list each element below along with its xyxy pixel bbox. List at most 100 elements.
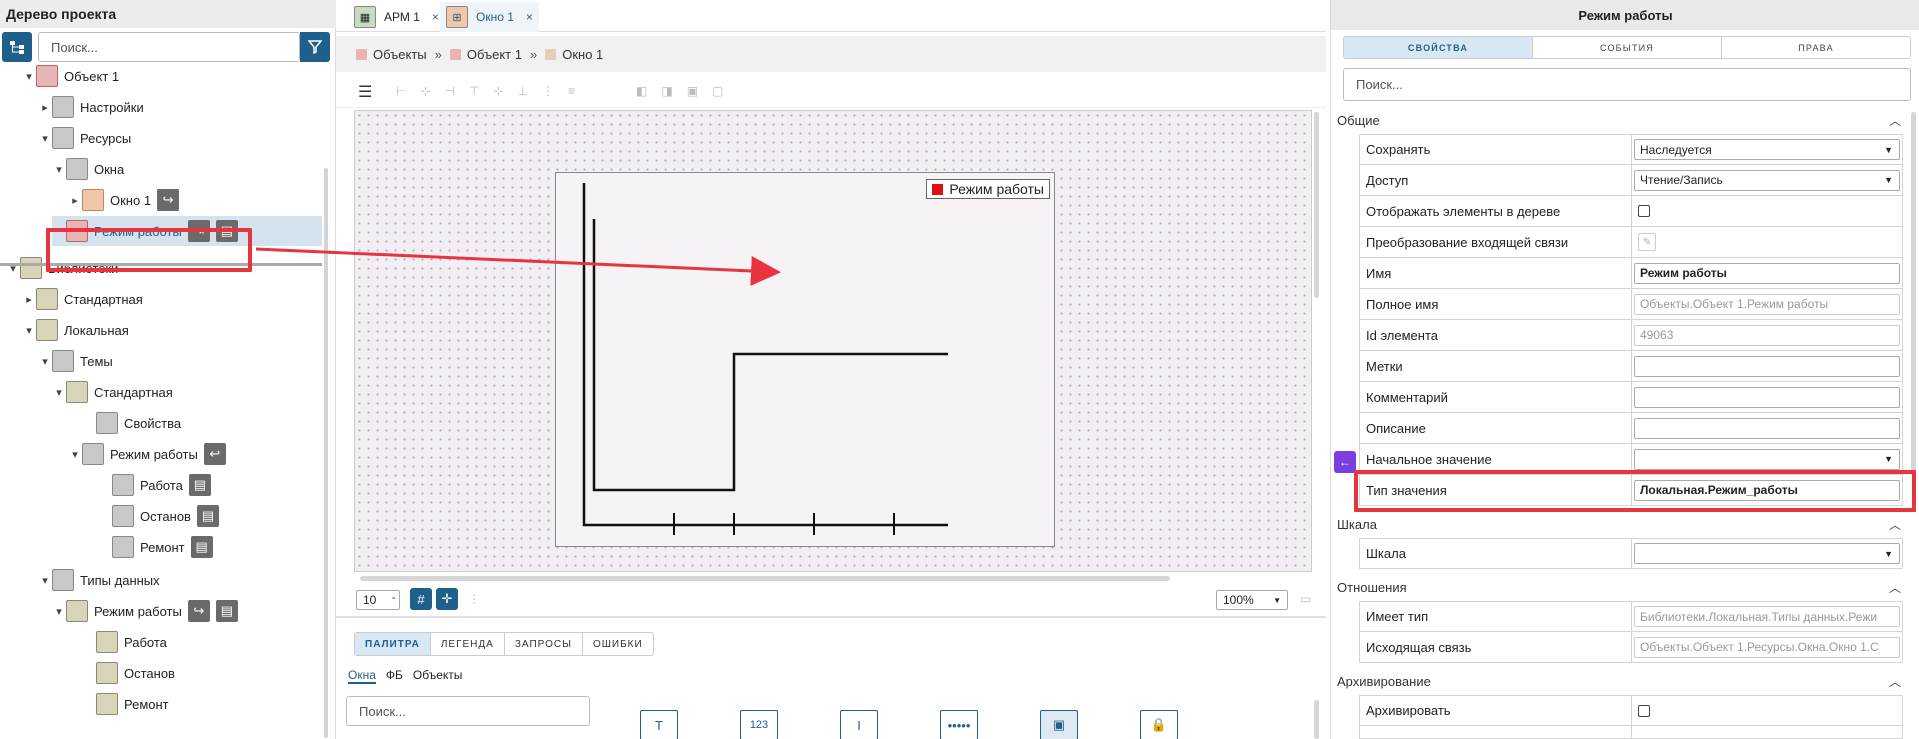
tab-palette[interactable]: ПАЛИТРА [355, 633, 431, 655]
tree-item[interactable]: ▾ Режим работы ↪ ▤ [52, 596, 238, 626]
tree-item[interactable]: Работа ▤ [98, 470, 211, 500]
canvas-v-scrollbar[interactable] [1314, 112, 1319, 298]
chevron-right-icon[interactable]: ▸ [22, 293, 36, 306]
close-icon[interactable]: × [432, 10, 439, 24]
chevron-down-icon[interactable]: ▾ [52, 163, 66, 176]
properties-search-input[interactable]: Поиск... [1343, 68, 1911, 101]
scale-select[interactable]: ▼ [1634, 543, 1900, 564]
align-middle-icon[interactable]: ⊹ [493, 84, 503, 98]
properties-scrollbar[interactable] [1911, 112, 1916, 472]
tab-rights[interactable]: ПРАВА [1722, 37, 1910, 58]
tree-action-button[interactable]: ↪ [187, 600, 210, 622]
tree-item[interactable]: ▾ Ресурсы [38, 123, 131, 153]
chevron-down-icon[interactable]: ▾ [22, 70, 36, 83]
grid-toggle-button[interactable]: # [410, 588, 432, 610]
distribute-h-icon[interactable]: ⋮ [542, 84, 554, 98]
zoom-select[interactable]: 100% ▼ [1216, 590, 1288, 610]
align-bottom-icon[interactable]: ⊥ [517, 84, 527, 98]
tab-errors[interactable]: ОШИБКИ [583, 633, 653, 655]
subtab-objects[interactable]: Объекты [413, 668, 463, 684]
tree-action-button[interactable]: ▤ [215, 600, 238, 622]
lock-tool-icon[interactable]: 🔒 [1140, 710, 1178, 739]
bring-front-icon[interactable]: ◧ [636, 84, 647, 98]
chevron-right-icon[interactable]: ▸ [38, 101, 52, 114]
grid-step-input[interactable]: 10 ⌃ [356, 590, 400, 610]
breadcrumb-item[interactable]: Окно 1 [562, 47, 603, 62]
subtab-fb[interactable]: ФБ [386, 668, 403, 684]
text-tool-icon[interactable]: T [640, 710, 678, 739]
tab-queries[interactable]: ЗАПРОСЫ [505, 633, 583, 655]
save-select[interactable]: Наследуется ▼ [1634, 139, 1900, 160]
tree-item[interactable]: Ремонт ▤ [98, 532, 213, 562]
palette-scrollbar[interactable] [1314, 700, 1319, 739]
password-tool-icon[interactable]: ••••• [940, 710, 978, 739]
align-left-icon[interactable]: ⊢ [396, 84, 406, 98]
align-top-icon[interactable]: ⊤ [469, 84, 479, 98]
breadcrumb-item[interactable]: Объекты [373, 47, 427, 62]
tab-legend[interactable]: ЛЕГЕНДА [431, 633, 505, 655]
tree-action-button[interactable]: ▤ [196, 505, 219, 527]
input-tool-icon[interactable]: I [840, 710, 878, 739]
button-tool-icon[interactable]: ▣ [1040, 710, 1078, 739]
tree-scrollbar[interactable] [324, 168, 328, 738]
tree-action-button[interactable]: ↪ [157, 189, 180, 211]
edit-script-icon[interactable]: ✎ [1638, 233, 1656, 251]
tab-arm1[interactable]: ▦ АРМ 1 × [348, 2, 445, 32]
tree-item[interactable]: ▾ Объект 1 [22, 61, 119, 91]
collapse-panel-button[interactable]: ← [1334, 451, 1356, 473]
tree-view-button[interactable] [2, 32, 32, 62]
chevron-right-icon[interactable]: ▸ [68, 194, 82, 207]
close-icon[interactable]: × [526, 10, 533, 24]
tab-properties[interactable]: СВОЙСТВА [1344, 37, 1533, 58]
tree-item[interactable]: Ремонт [82, 689, 169, 719]
chevron-down-icon[interactable]: ▾ [38, 574, 52, 587]
tree-item[interactable]: ▾ Режим работы ↩ [68, 439, 226, 469]
section-archiving[interactable]: Архивирование ︿ [1337, 668, 1907, 694]
fit-icon[interactable]: ▭ [1300, 592, 1311, 606]
tree-item[interactable]: Останов ▤ [98, 501, 219, 531]
chevron-down-icon[interactable]: ▾ [38, 132, 52, 145]
section-general[interactable]: Общие ︿ [1337, 107, 1907, 133]
chevron-down-icon[interactable]: ▾ [52, 386, 66, 399]
section-scale[interactable]: Шкала ︿ [1337, 511, 1907, 537]
access-select[interactable]: Чтение/Запись ▼ [1634, 169, 1900, 191]
tree-item[interactable]: ▾ Темы [38, 346, 113, 376]
group-icon[interactable]: ▣ [687, 84, 698, 98]
guides-icon[interactable]: ⋮ [468, 592, 480, 606]
chevron-down-icon[interactable]: ▾ [68, 448, 82, 461]
comment-input[interactable] [1634, 386, 1900, 408]
panel-splitter[interactable] [336, 616, 1326, 618]
description-input[interactable] [1634, 417, 1900, 439]
tab-window1[interactable]: ⊞ Окно 1 × [440, 2, 539, 32]
tree-item[interactable]: ▾ Типы данных [38, 565, 160, 595]
tree-action-button[interactable]: ▤ [190, 536, 213, 558]
canvas-h-scrollbar[interactable] [360, 576, 1170, 581]
tree-item[interactable]: ▾ Стандартная [52, 377, 173, 407]
snap-button[interactable]: ✛ [436, 588, 458, 610]
palette-search-input[interactable]: Поиск... [346, 696, 590, 726]
chevron-down-icon[interactable]: ▾ [38, 355, 52, 368]
send-back-icon[interactable]: ◨ [661, 84, 672, 98]
tree-item[interactable]: ▸ Стандартная [22, 284, 143, 314]
tree-action-button[interactable]: ↩ [203, 443, 226, 465]
subtab-windows[interactable]: Окна [348, 668, 376, 684]
tab-events[interactable]: СОБЫТИЯ [1533, 37, 1722, 58]
tree-item[interactable]: ▸ Настройки [38, 92, 144, 122]
align-right-icon[interactable]: ⊣ [445, 84, 455, 98]
initial-value-select[interactable]: ▼ [1634, 448, 1900, 470]
chevron-down-icon[interactable]: ▾ [22, 324, 36, 337]
menu-icon[interactable]: ☰ [358, 82, 372, 102]
show-in-tree-checkbox[interactable] [1638, 205, 1650, 217]
stepper-icon[interactable]: ⌃ [390, 596, 397, 605]
align-center-icon[interactable]: ⊹ [420, 84, 430, 98]
tree-item[interactable]: ▸ Окно 1 ↪ [68, 185, 180, 215]
section-relations[interactable]: Отношения ︿ [1337, 574, 1907, 600]
tree-item[interactable]: ▾ Локальная [22, 315, 129, 345]
tree-action-button[interactable]: ▤ [188, 474, 211, 496]
tags-input[interactable] [1634, 355, 1900, 377]
filter-button[interactable] [300, 32, 330, 62]
breadcrumb-item[interactable]: Объект 1 [467, 47, 522, 62]
tree-item[interactable]: ▾ Окна [52, 154, 124, 184]
chevron-down-icon[interactable]: ▾ [52, 605, 66, 618]
tree-item[interactable]: Работа [82, 627, 167, 657]
